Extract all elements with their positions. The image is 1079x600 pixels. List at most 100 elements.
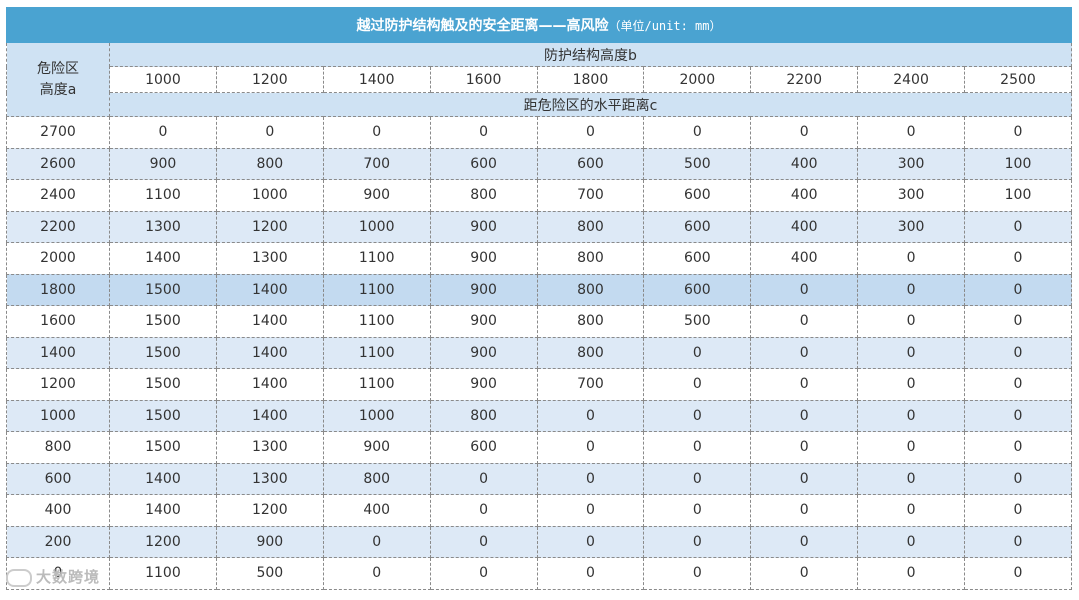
- table-row: 400 1400 1200 400 0 0 0 0 0 0: [6, 494, 1072, 527]
- table-cell: 0: [857, 116, 965, 149]
- row-label-cell: 400: [6, 494, 110, 527]
- safety-distance-table-container: 越过防护结构触及的安全距离——高风险（单位/unit: mm） 危险区高度a 防…: [6, 7, 1072, 590]
- table-cell: 0: [750, 368, 859, 401]
- column-header: 1800: [536, 66, 645, 93]
- table-cell: 0: [322, 116, 431, 149]
- table-cell: 1000: [215, 179, 324, 212]
- table-cell: 0: [643, 336, 752, 369]
- table-cell: 1400: [215, 336, 324, 369]
- column-header: 1200: [215, 66, 324, 93]
- table-cell: 0: [857, 557, 965, 590]
- table-row: 1200 1500 1400 1100 900 700 0 0 0 0: [6, 368, 1072, 401]
- table-cell: 600: [643, 210, 752, 243]
- table-cell: 600: [429, 147, 538, 180]
- row-label-cell: 1400: [6, 336, 110, 369]
- table-cell: 400: [750, 210, 859, 243]
- table-cell: 0: [536, 431, 645, 464]
- table-cell: 1100: [322, 336, 431, 369]
- table-cell: 0: [750, 399, 859, 432]
- table-cell: 0: [964, 116, 1072, 149]
- table-cell: 600: [643, 242, 752, 275]
- table-cell: 0: [857, 242, 965, 275]
- row-label-cell: 1000: [6, 399, 110, 432]
- table-cell: 0: [857, 305, 965, 338]
- table-cell: 800: [536, 242, 645, 275]
- column-header: 2200: [750, 66, 859, 93]
- table-cell: 0: [536, 494, 645, 527]
- table-cell: 0: [857, 368, 965, 401]
- table-cell: 0: [964, 273, 1072, 306]
- table-cell: 100: [964, 147, 1072, 180]
- table-cell: 1400: [109, 494, 217, 527]
- table-cell: 0: [964, 336, 1072, 369]
- watermark: 大数跨境: [6, 566, 100, 587]
- table-title: 越过防护结构触及的安全距离——高风险（单位/unit: mm）: [6, 7, 1072, 43]
- table-cell: 0: [750, 494, 859, 527]
- table-cell: 1200: [215, 494, 324, 527]
- table-cell: 0: [857, 431, 965, 464]
- table-cell: 1200: [215, 210, 324, 243]
- table-cell: 0: [322, 557, 431, 590]
- table-cell: 0: [964, 431, 1072, 464]
- table-cell: 0: [964, 242, 1072, 275]
- table-cell: 1500: [109, 431, 217, 464]
- table-cell: 0: [964, 525, 1072, 558]
- table-cell: 0: [750, 273, 859, 306]
- table-cell: 0: [429, 116, 538, 149]
- table-cell: 1200: [109, 525, 217, 558]
- row-label-cell: 2700: [6, 116, 110, 149]
- row-label-cell: 1800: [6, 273, 110, 306]
- value-header: 距危险区的水平距离c: [109, 92, 1072, 117]
- table-cell: 800: [536, 305, 645, 338]
- table-title-text: 越过防护结构触及的安全距离——高风险: [356, 18, 609, 34]
- table-row: 1400 1500 1400 1100 900 800 0 0 0 0: [6, 336, 1072, 369]
- column-header-row: 1000 1200 1400 1600 1800 2000 2200 2400 2500: [7, 66, 1072, 93]
- table-cell: 0: [109, 116, 217, 149]
- table-cell: 100: [964, 179, 1072, 212]
- row-label-cell: 2000: [6, 242, 110, 275]
- table-cell: 0: [429, 494, 538, 527]
- table-cell: 0: [536, 399, 645, 432]
- table-cell: 900: [429, 210, 538, 243]
- table-cell: 0: [750, 462, 859, 495]
- table-row: 600 1400 1300 800 0 0 0 0 0 0: [6, 462, 1072, 495]
- header-row-3: 距危险区的水平距离c: [7, 92, 1072, 117]
- table-cell: 0: [643, 399, 752, 432]
- table-cell: 900: [322, 179, 431, 212]
- table-cell: 1500: [109, 305, 217, 338]
- table-cell: 400: [750, 147, 859, 180]
- table-cell: 0: [857, 525, 965, 558]
- table-cell: 700: [322, 147, 431, 180]
- table-cell: 800: [536, 273, 645, 306]
- table-row: 200 1200 900 0 0 0 0 0 0 0: [6, 525, 1072, 558]
- table-cell: 1400: [215, 305, 324, 338]
- table-cell: 0: [536, 462, 645, 495]
- table-cell: 0: [964, 399, 1072, 432]
- table-cell: 300: [857, 147, 965, 180]
- table-cell: 1100: [109, 179, 217, 212]
- table-row: 2000 1400 1300 1100 900 800 600 400 0 0: [6, 242, 1072, 275]
- table-cell: 500: [643, 305, 752, 338]
- table-cell: 1500: [109, 273, 217, 306]
- table-cell: 0: [750, 116, 859, 149]
- table-cell: 0: [536, 116, 645, 149]
- safety-distance-table: 越过防护结构触及的安全距离——高风险（单位/unit: mm） 危险区高度a 防…: [6, 7, 1072, 590]
- table-cell: 0: [964, 557, 1072, 590]
- table-cell: 400: [750, 242, 859, 275]
- row-label-cell: 1600: [6, 305, 110, 338]
- table-cell: 800: [536, 336, 645, 369]
- table-cell: 0: [643, 368, 752, 401]
- table-cell: 0: [964, 210, 1072, 243]
- table-cell: 1300: [215, 242, 324, 275]
- watermark-text: 大数跨境: [36, 568, 101, 586]
- table-cell: 1300: [215, 462, 324, 495]
- table-cell: 700: [536, 179, 645, 212]
- table-cell: 0: [215, 116, 324, 149]
- column-header: 1400: [322, 66, 431, 93]
- table-cell: 0: [750, 557, 859, 590]
- table-cell: 0: [964, 368, 1072, 401]
- column-header: 2400: [857, 66, 965, 93]
- table-cell: 0: [643, 525, 752, 558]
- table-cell: 900: [215, 525, 324, 558]
- table-cell: 0: [964, 494, 1072, 527]
